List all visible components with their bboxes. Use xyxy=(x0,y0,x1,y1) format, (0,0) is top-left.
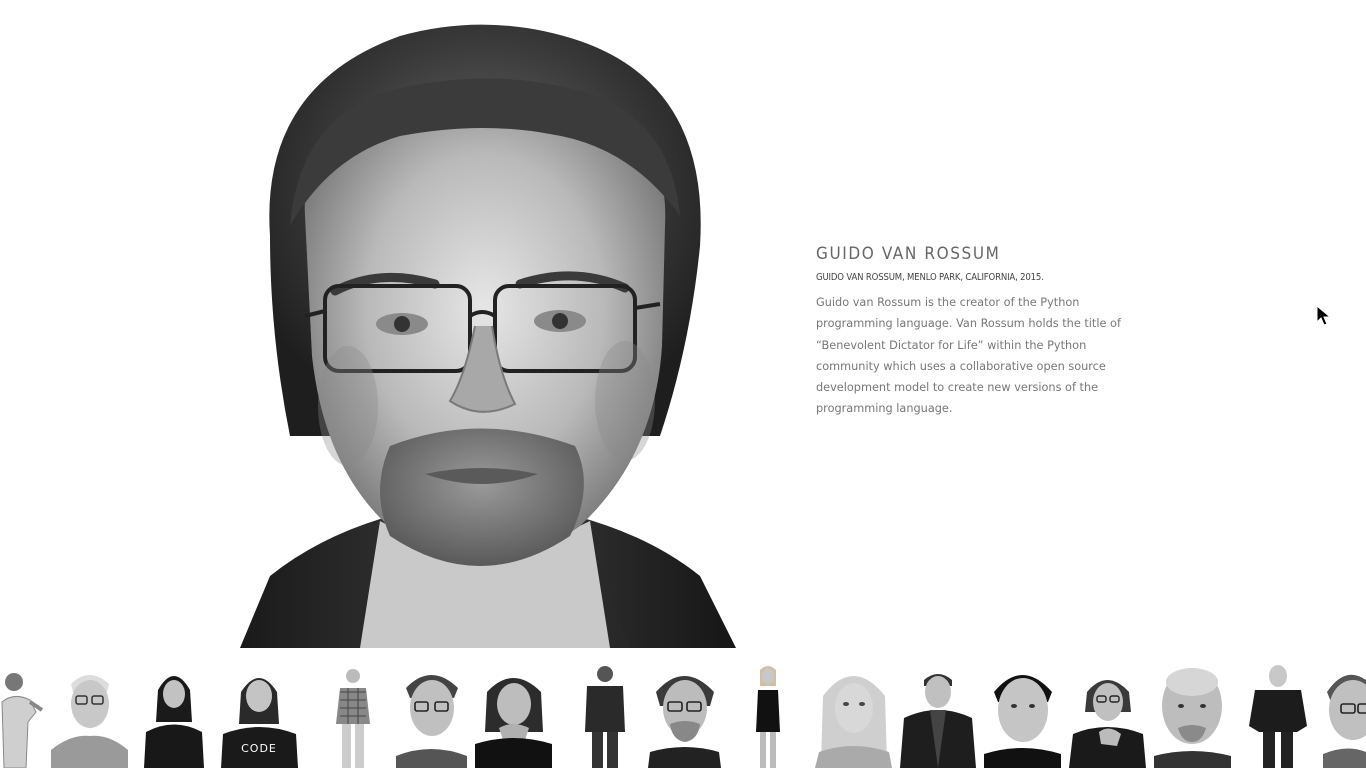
thumbnail-8[interactable] xyxy=(579,662,631,768)
thumbnail-6[interactable] xyxy=(396,662,467,768)
main-portrait-image xyxy=(230,16,736,648)
thumbnail-12[interactable] xyxy=(898,662,977,768)
thumbnail-14[interactable] xyxy=(1069,662,1146,768)
thumbnail-16[interactable] xyxy=(1243,662,1313,768)
profile-bio: Guido van Rossum is the creator of the P… xyxy=(816,296,1121,416)
thumbnail-5[interactable] xyxy=(330,662,377,768)
thumbnail-10[interactable] xyxy=(748,662,788,768)
gallery-page: GUIDO VAN ROSSUM GUIDO VAN ROSSUM, MENLO… xyxy=(0,0,1366,768)
thumbnail-7[interactable] xyxy=(475,662,552,768)
thumbnail-4[interactable]: CODE xyxy=(221,662,298,768)
thumbnail-3[interactable] xyxy=(142,662,206,768)
svg-text:CODE: CODE xyxy=(241,742,277,755)
profile-info: GUIDO VAN ROSSUM GUIDO VAN ROSSUM, MENLO… xyxy=(816,244,1146,420)
thumbnail-strip: CODE xyxy=(0,662,1366,768)
thumbnail-1[interactable] xyxy=(0,662,44,768)
thumbnail-17[interactable] xyxy=(1323,662,1366,768)
profile-caption: GUIDO VAN ROSSUM, MENLO PARK, CALIFORNIA… xyxy=(816,272,1044,283)
thumbnail-2[interactable] xyxy=(51,662,128,768)
thumbnail-15[interactable] xyxy=(1154,662,1231,768)
thumbnail-13[interactable] xyxy=(984,662,1061,768)
profile-name: GUIDO VAN ROSSUM xyxy=(816,244,1001,264)
mouse-cursor-icon xyxy=(1316,305,1332,326)
thumbnail-11[interactable] xyxy=(815,662,892,768)
thumbnail-9[interactable] xyxy=(648,662,721,768)
